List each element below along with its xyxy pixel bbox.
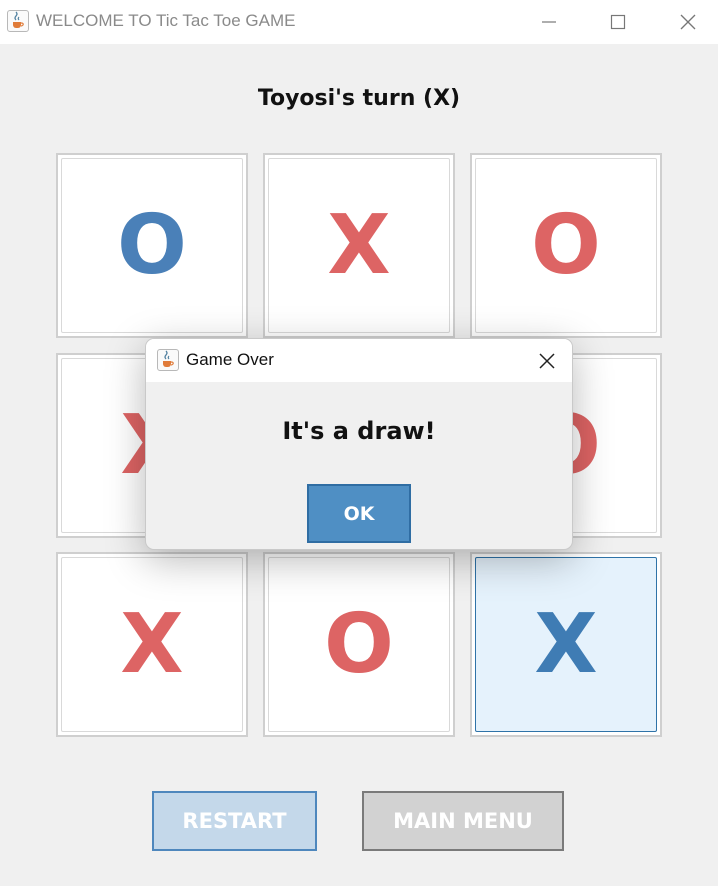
cell-mark: X: [534, 596, 598, 692]
board-cell[interactable]: O: [56, 153, 248, 338]
cell-mark: O: [324, 596, 394, 692]
main-menu-button[interactable]: MAIN MENU: [362, 791, 564, 851]
dialog-message: It's a draw!: [282, 417, 436, 445]
game-over-dialog: Game Over It's a draw! OK: [145, 338, 573, 550]
title-bar: WELCOME TO Tic Tac Toe GAME: [0, 0, 718, 44]
restart-button[interactable]: RESTART: [152, 791, 317, 851]
cell-mark: O: [531, 197, 601, 293]
maximize-icon: [610, 14, 626, 30]
java-cup-icon: [7, 10, 29, 32]
window-title: WELCOME TO Tic Tac Toe GAME: [36, 11, 296, 30]
java-cup-icon: [157, 349, 179, 371]
turn-status: Toyosi's turn (X): [257, 86, 461, 111]
close-icon: [680, 14, 696, 30]
cell-mark: X: [120, 596, 184, 692]
board-cell[interactable]: O: [470, 153, 662, 338]
board-cell[interactable]: X: [263, 153, 455, 338]
cell-mark: O: [117, 197, 187, 293]
board-cell[interactable]: O: [263, 552, 455, 737]
board-cell[interactable]: X: [470, 552, 662, 737]
cell-mark: X: [327, 197, 391, 293]
dialog-title: Game Over: [186, 350, 274, 369]
maximize-button[interactable]: [598, 6, 638, 38]
close-icon: [539, 353, 555, 369]
minimize-icon: [542, 21, 556, 23]
dialog-close-button[interactable]: [530, 345, 564, 377]
dialog-title-bar: Game Over: [146, 339, 572, 382]
close-button[interactable]: [668, 6, 708, 38]
game-window: WELCOME TO Tic Tac Toe GAME Toyosi's tur…: [0, 0, 718, 886]
minimize-button[interactable]: [529, 6, 569, 38]
board-cell[interactable]: X: [56, 552, 248, 737]
ok-button[interactable]: OK: [307, 484, 411, 543]
